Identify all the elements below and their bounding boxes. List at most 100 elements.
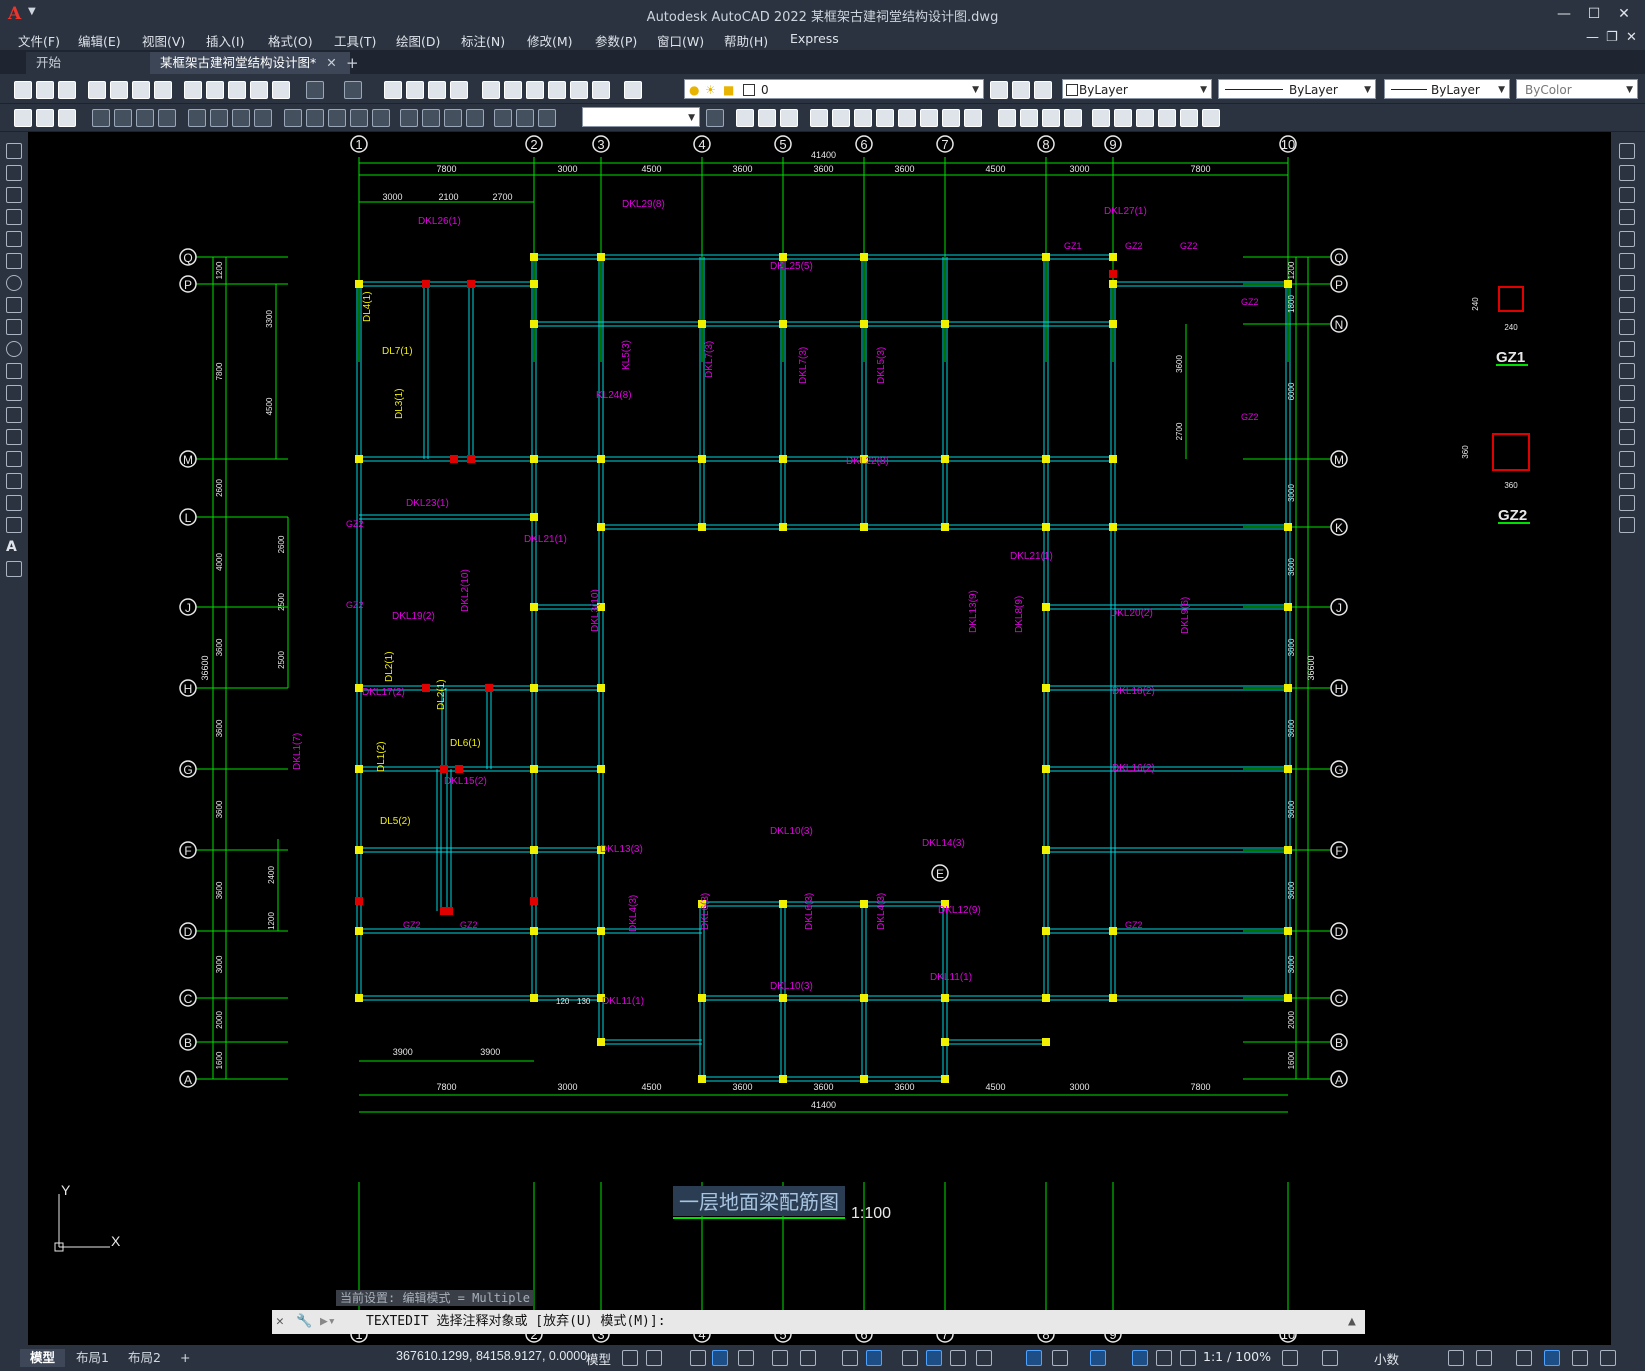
dim-style-icon[interactable] bbox=[14, 109, 32, 127]
layout-tab-layout1[interactable]: 布局1 bbox=[66, 1349, 119, 1367]
menu-window[interactable]: 窗口(W) bbox=[657, 31, 704, 50]
rotate-tool-icon[interactable] bbox=[1619, 275, 1635, 291]
layer-freeze-icon[interactable]: ☀ bbox=[705, 80, 716, 100]
color-dropdown[interactable]: ByLayer ▼ bbox=[1062, 79, 1212, 99]
explode-icon[interactable] bbox=[1064, 109, 1082, 127]
layer-on-icon[interactable]: ● bbox=[689, 80, 699, 100]
zoom-realtime-icon[interactable] bbox=[406, 81, 424, 99]
block-editor-icon[interactable] bbox=[272, 81, 290, 99]
quick-properties-icon[interactable] bbox=[1448, 1350, 1464, 1366]
grid-icon[interactable] bbox=[622, 1350, 638, 1366]
layer-previous-icon[interactable] bbox=[1012, 81, 1030, 99]
dim-space-icon[interactable] bbox=[350, 109, 368, 127]
command-line[interactable]: ✕ 🔧 ▶▾ TEXTEDIT 选择注释对象或 [放弃(U) 模式(M)]: ▲ bbox=[272, 1310, 1365, 1334]
join-tool-icon[interactable] bbox=[1619, 429, 1635, 445]
explode-tool-icon[interactable] bbox=[1619, 517, 1635, 533]
multiline-text-icon[interactable]: A bbox=[6, 539, 20, 555]
line-icon[interactable] bbox=[6, 143, 22, 159]
trim-icon[interactable] bbox=[920, 109, 938, 127]
diameter-dim-icon[interactable] bbox=[232, 109, 250, 127]
markup-icon[interactable] bbox=[570, 81, 588, 99]
center-mark-icon[interactable] bbox=[422, 109, 440, 127]
command-customize-icon[interactable]: 🔧 bbox=[296, 1310, 312, 1334]
units-value[interactable]: 小数 bbox=[1374, 1349, 1399, 1368]
paste-icon[interactable] bbox=[228, 81, 246, 99]
calculator-icon[interactable] bbox=[592, 81, 610, 99]
print-preview-icon[interactable] bbox=[110, 81, 128, 99]
polyline-edit-icon[interactable] bbox=[1114, 109, 1132, 127]
multileader-style-icon[interactable] bbox=[58, 109, 76, 127]
lineweight-icon[interactable] bbox=[902, 1350, 918, 1366]
angular-dim-icon[interactable] bbox=[254, 109, 272, 127]
layer-dropdown[interactable]: ● ☀ ■ 0 ▼ bbox=[684, 79, 984, 99]
break-tool-icon[interactable] bbox=[1619, 407, 1635, 423]
menu-edit[interactable]: 编辑(E) bbox=[78, 31, 121, 50]
attribute-edit-icon[interactable] bbox=[1180, 109, 1198, 127]
snap-mode-icon[interactable] bbox=[646, 1350, 662, 1366]
copy-object-icon[interactable] bbox=[736, 109, 754, 127]
layer-states-icon[interactable] bbox=[1034, 81, 1052, 99]
stretch-icon[interactable] bbox=[898, 109, 916, 127]
close-button[interactable]: ✕ bbox=[1609, 3, 1639, 25]
doc-restore-button[interactable]: ❐ bbox=[1606, 30, 1618, 45]
move-icon[interactable] bbox=[832, 109, 850, 127]
annotation-monitor-icon[interactable] bbox=[1322, 1350, 1338, 1366]
menu-draw[interactable]: 绘图(D) bbox=[396, 31, 440, 50]
new-file-icon[interactable] bbox=[14, 81, 32, 99]
transparency-icon[interactable] bbox=[926, 1350, 942, 1366]
jogged-dim-icon[interactable] bbox=[210, 109, 228, 127]
model-space-button[interactable]: 模型 bbox=[586, 1349, 611, 1368]
lineweight-dropdown[interactable]: ByLayer ▼ bbox=[1384, 79, 1510, 99]
annotation-scale-icon[interactable] bbox=[1180, 1350, 1196, 1366]
tab-document[interactable]: 某框架古建祠堂结构设计图* ✕ bbox=[150, 52, 350, 74]
baseline-dim-icon[interactable] bbox=[306, 109, 324, 127]
make-block-icon[interactable] bbox=[6, 407, 22, 423]
ellipse-arc-icon[interactable] bbox=[6, 363, 22, 379]
spline-edit-icon[interactable] bbox=[1136, 109, 1154, 127]
sheet-set-icon[interactable] bbox=[548, 81, 566, 99]
zoom-window-icon[interactable] bbox=[428, 81, 446, 99]
copy-tool-icon[interactable] bbox=[1619, 165, 1635, 181]
dim-override-icon[interactable] bbox=[706, 109, 724, 127]
region-icon[interactable] bbox=[6, 495, 22, 511]
circle-icon[interactable] bbox=[6, 275, 22, 291]
cut-icon[interactable] bbox=[184, 81, 202, 99]
menu-insert[interactable]: 插入(I) bbox=[206, 31, 244, 50]
hatch-edit-icon[interactable] bbox=[1158, 109, 1176, 127]
chamfer-icon[interactable] bbox=[1020, 109, 1038, 127]
menu-express[interactable]: Express bbox=[790, 31, 839, 46]
rotate-icon[interactable] bbox=[854, 109, 872, 127]
publish-icon[interactable] bbox=[132, 81, 150, 99]
save-icon[interactable] bbox=[58, 81, 76, 99]
hatch-icon[interactable] bbox=[6, 451, 22, 467]
undo-icon[interactable] bbox=[306, 81, 324, 99]
minimize-button[interactable]: — bbox=[1549, 3, 1579, 25]
quick-dim-icon[interactable] bbox=[284, 109, 302, 127]
aligned-dim-icon[interactable] bbox=[114, 109, 132, 127]
menu-file[interactable]: 文件(F) bbox=[18, 31, 60, 50]
tolerance-icon[interactable] bbox=[400, 109, 418, 127]
offset-icon[interactable] bbox=[780, 109, 798, 127]
trim-tool-icon[interactable] bbox=[1619, 341, 1635, 357]
menu-dimension[interactable]: 标注(N) bbox=[461, 31, 505, 50]
close-tab-icon[interactable]: ✕ bbox=[326, 55, 336, 70]
linetype-dropdown[interactable]: ByLayer ▼ bbox=[1218, 79, 1376, 99]
menu-parametric[interactable]: 参数(P) bbox=[595, 31, 637, 50]
linear-dim-icon[interactable] bbox=[92, 109, 110, 127]
polyline-icon[interactable] bbox=[6, 187, 22, 203]
tool-palettes-icon[interactable] bbox=[526, 81, 544, 99]
menu-modify[interactable]: 修改(M) bbox=[527, 31, 573, 50]
pan-icon[interactable] bbox=[384, 81, 402, 99]
make-object-layer-current-icon[interactable] bbox=[990, 81, 1008, 99]
join-icon[interactable] bbox=[998, 109, 1016, 127]
mirror-icon[interactable] bbox=[758, 109, 776, 127]
erase-icon[interactable] bbox=[1092, 109, 1110, 127]
drawing-canvas[interactable]: 1 1 2 2 3 3 4 4 5 5 6 6 7 7 8 8 9 9 10 10 41400 7800 3000 4500 3… bbox=[28, 132, 1611, 1345]
dim-text-edit-icon[interactable] bbox=[516, 109, 534, 127]
open-file-icon[interactable] bbox=[36, 81, 54, 99]
arc-length-icon[interactable] bbox=[136, 109, 154, 127]
floor-plan-drawing[interactable]: 1122334455667788991010414007800 3000 4500 3… bbox=[28, 132, 1611, 1345]
continue-dim-icon[interactable] bbox=[328, 109, 346, 127]
3d-object-snap-icon[interactable] bbox=[976, 1350, 992, 1366]
array-tool-icon[interactable] bbox=[1619, 231, 1635, 247]
